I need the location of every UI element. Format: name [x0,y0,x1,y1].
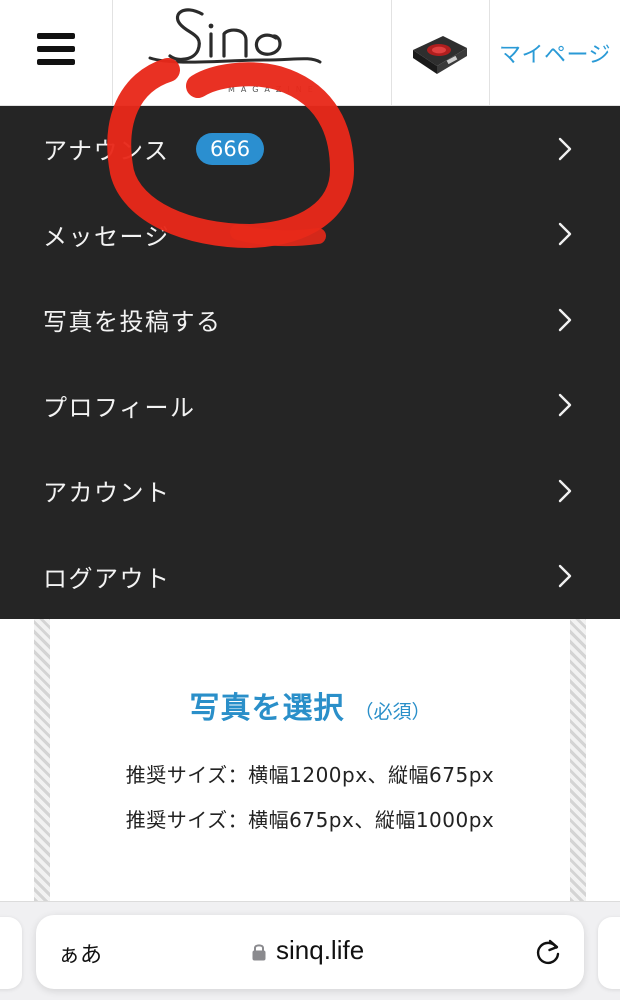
reload-icon[interactable] [534,937,562,971]
hamburger-icon-bar [37,33,75,39]
hamburger-menu-button[interactable] [0,0,113,106]
cooktop-thumbnail-icon [413,36,467,74]
menu-item-logout[interactable]: ログアウト [0,534,620,620]
menu-item-label: 写真を投稿する [43,308,222,337]
menu-item-label: ログアウト [43,564,171,593]
sinq-logo-mark: MAGAZINE [148,8,322,94]
user-thumbnail[interactable] [393,0,490,106]
menu-item-label: プロフィール [43,393,196,422]
chevron-right-icon [558,564,572,588]
text-size-button[interactable]: ぁあ [58,937,102,969]
recommended-size-landscape: 推奨サイズ：横幅1200px、縦幅675px [125,763,495,787]
chevron-right-icon [558,137,572,161]
logo-tagline: MAGAZINE [228,85,319,94]
menu-item-announce[interactable]: アナウンス 666 [0,106,620,192]
chevron-right-icon [558,308,572,332]
chevron-right-icon [558,222,572,246]
browser-bottom-bar: ぁあ sinq.life [0,901,620,1000]
url-domain: sinq.life [276,935,365,965]
photo-upload-section: 写真を選択 （必須） 推奨サイズ：横幅1200px、縦幅675px 推奨サイズ：横… [0,619,620,901]
address-bar[interactable]: ぁあ sinq.life [36,915,584,989]
menu-item-label: メッセージ [43,222,171,251]
menu-item-messages[interactable]: メッセージ [0,192,620,278]
site-logo[interactable]: MAGAZINE [114,0,392,106]
menu-item-account[interactable]: アカウント [0,448,620,534]
striped-border [34,619,50,901]
menu-item-profile[interactable]: プロフィール [0,363,620,449]
striped-border [570,619,586,901]
previous-tab-preview[interactable] [0,917,22,989]
mypage-link[interactable]: マイページ [490,0,620,106]
chevron-right-icon [558,479,572,503]
site-header: MAGAZINE マイページ [0,0,620,106]
notification-count-badge: 666 [196,132,265,165]
recommended-size-portrait: 推奨サイズ：横幅675px、縦幅1000px [125,808,495,832]
photo-select-heading: 写真を選択 （必須） [50,683,570,727]
photo-select-card[interactable]: 写真を選択 （必須） 推奨サイズ：横幅1200px、縦幅675px 推奨サイズ：横… [50,619,570,901]
next-tab-preview[interactable] [598,917,620,989]
hamburger-icon-bar [37,59,75,65]
hamburger-icon-bar [37,46,75,52]
chevron-right-icon [558,393,572,417]
photo-select-title: 写真を選択 [189,691,345,726]
dropdown-menu: アナウンス 666 メッセージ 写真を投稿する プロフィール アカウント ログア… [0,106,620,619]
lock-icon [251,942,267,966]
required-label: （必須） [354,701,431,723]
menu-item-post-photo[interactable]: 写真を投稿する [0,277,620,363]
menu-item-label: アカウント [43,479,171,508]
menu-item-label: アナウンス [43,137,170,166]
